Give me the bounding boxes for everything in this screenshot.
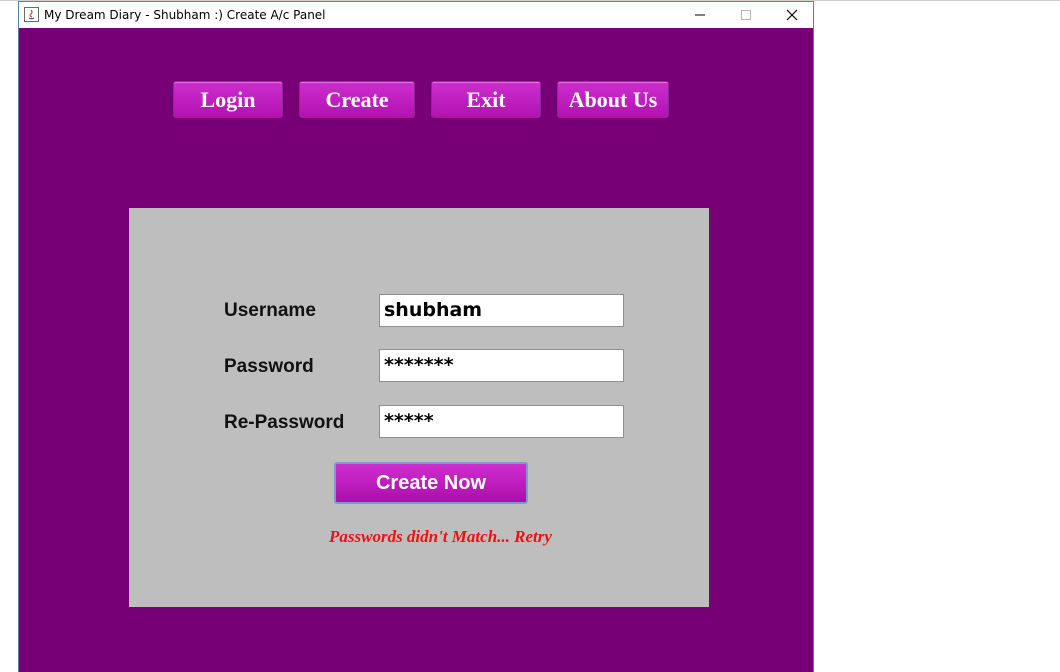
login-button[interactable]: Login — [173, 81, 283, 118]
close-icon — [786, 9, 798, 21]
error-message: Passwords didn't Match... Retry — [329, 527, 552, 546]
maximize-button[interactable] — [723, 2, 769, 28]
about-us-button[interactable]: About Us — [557, 81, 669, 118]
create-account-panel: Username shubham Password ******* Re-Pas… — [129, 208, 709, 607]
minimize-icon — [695, 14, 705, 16]
repassword-input[interactable]: ***** — [379, 405, 624, 438]
java-app-icon — [24, 7, 39, 22]
password-label: Password — [224, 356, 314, 377]
create-button[interactable]: Create — [299, 81, 415, 118]
password-input[interactable]: ******* — [379, 349, 624, 382]
title-bar[interactable]: My Dream Diary - Shubham :) Create A/c P… — [19, 2, 813, 28]
app-window: My Dream Diary - Shubham :) Create A/c P… — [18, 1, 814, 672]
close-button[interactable] — [769, 2, 815, 28]
window-title: My Dream Diary - Shubham :) Create A/c P… — [44, 8, 326, 22]
username-label: Username — [224, 300, 316, 321]
maximize-icon — [741, 10, 751, 20]
exit-button[interactable]: Exit — [431, 81, 541, 118]
repassword-label: Re-Password — [224, 412, 345, 433]
username-input[interactable]: shubham — [379, 294, 624, 327]
minimize-button[interactable] — [677, 2, 723, 28]
create-now-button[interactable]: Create Now — [334, 462, 528, 504]
